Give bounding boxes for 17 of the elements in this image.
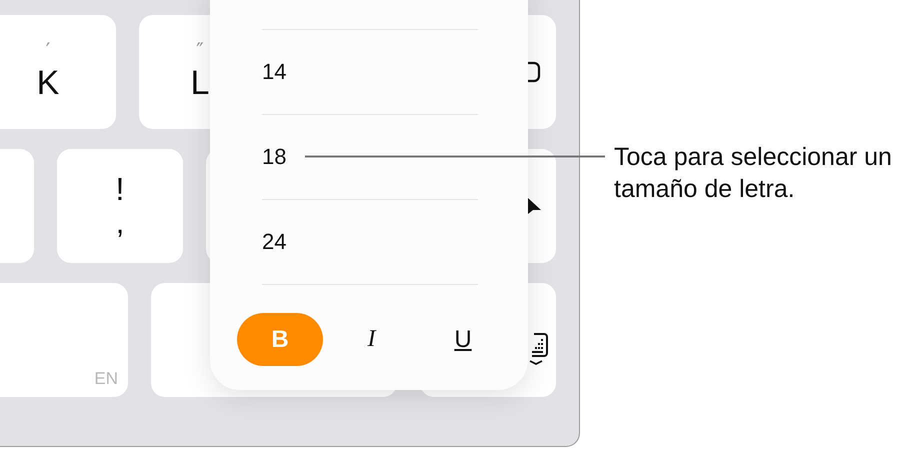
key-outline-icon bbox=[528, 61, 542, 83]
keyboard-key[interactable]: ! , bbox=[57, 149, 183, 263]
callout-text: Toca para seleccionar un tamaño de letra. bbox=[614, 142, 893, 205]
font-size-option[interactable]: 24 bbox=[262, 199, 478, 284]
key-symbol: ! bbox=[116, 171, 124, 207]
language-label: EN bbox=[94, 369, 118, 389]
key-letter: L bbox=[190, 63, 210, 104]
keyboard-key[interactable]: ′ K bbox=[0, 15, 116, 129]
key-symbol: ′ bbox=[46, 39, 50, 61]
font-size-option[interactable]: 18 bbox=[262, 114, 478, 199]
key-symbol: ″ bbox=[196, 39, 204, 61]
italic-button[interactable]: I bbox=[328, 313, 414, 366]
key-letter: K bbox=[36, 63, 60, 104]
underline-button[interactable]: U bbox=[420, 313, 506, 366]
triangle-icon bbox=[528, 198, 542, 214]
key-symbol: , bbox=[116, 207, 124, 241]
font-size-option[interactable]: 14 bbox=[262, 29, 478, 114]
